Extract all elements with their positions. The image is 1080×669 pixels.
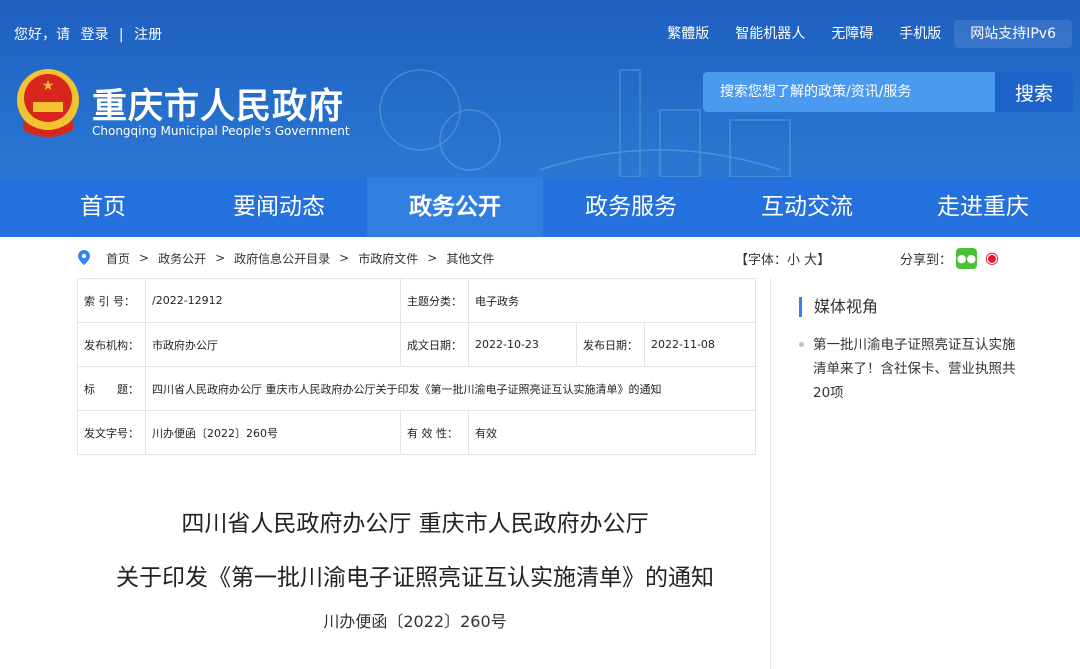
label: 标 题：: [77, 366, 146, 411]
greeting: 您好，请: [14, 27, 70, 43]
label: 成文日期：: [400, 322, 469, 367]
value: 市政府办公厅: [145, 322, 401, 367]
crumb-catalog[interactable]: 政府信息公开目录: [234, 250, 330, 267]
ipv6-badge: 网站支持IPv6: [954, 20, 1072, 48]
crumb-other[interactable]: 其他文件: [446, 250, 494, 267]
table-row: 发布机构： 市政府办公厅 成文日期： 2022-10-23 发布日期： 2022-11-0…: [77, 322, 756, 367]
mobile-link[interactable]: 手机版: [886, 20, 954, 48]
wechat-icon[interactable]: ●●: [956, 247, 978, 269]
traditional-link[interactable]: 繁體版: [654, 20, 722, 48]
search-bar: 搜索: [703, 72, 1073, 112]
nav-chongqing[interactable]: 走进重庆: [895, 177, 1071, 237]
value: 川办便函〔2022〕260号: [145, 410, 401, 455]
bullet-icon: [799, 342, 804, 347]
font-small-button[interactable]: 小: [787, 253, 800, 268]
robot-link[interactable]: 智能机器人: [722, 20, 818, 48]
weibo-icon[interactable]: ◉: [981, 247, 1003, 269]
nav-services[interactable]: 政务服务: [543, 177, 719, 237]
font-label: 【字体：: [735, 253, 788, 268]
nav-home[interactable]: 首页: [15, 177, 191, 237]
label: 有 效 性：: [400, 410, 469, 455]
crumb-gov[interactable]: 政务公开: [158, 250, 206, 267]
document-meta-table: 索 引 号：/2022-12912 主题分类： 电子政务 发布机构： 市政府办公厅 成文…: [77, 278, 756, 455]
separator: |: [118, 27, 124, 43]
user-links: 您好，请 登录 | 注册: [14, 24, 168, 44]
login-link[interactable]: 登录: [80, 27, 108, 43]
nav-interaction[interactable]: 互动交流: [719, 177, 895, 237]
national-emblem-icon: ★: [17, 69, 79, 137]
value: 电子政务: [468, 278, 756, 323]
table-row: 索 引 号：/2022-12912 主题分类： 电子政务: [77, 278, 756, 323]
crumb-docs[interactable]: 市政府文件: [358, 250, 418, 267]
label: 发文字号：: [77, 410, 146, 455]
label: 主题分类：: [400, 278, 469, 323]
font-large-button[interactable]: 大: [804, 253, 817, 268]
crumb-sep: >: [139, 251, 150, 265]
accessibility-link[interactable]: 无障碍: [818, 20, 886, 48]
value: 2022-11-08: [644, 322, 756, 367]
value: 有效: [468, 410, 756, 455]
nav-gov-affairs[interactable]: 政务公开: [367, 177, 543, 237]
site-title: 重庆市人民政府: [92, 87, 345, 127]
share-bar: 分享到： ●● ◉: [900, 247, 1003, 269]
label: 发布日期：: [576, 322, 645, 367]
value: /2022-12912: [145, 278, 401, 323]
table-row: 标 题： 四川省人民政府办公厅 重庆市人民政府办公厅关于印发《第一批川渝电子证照亮…: [77, 366, 756, 411]
share-label: 分享到：: [900, 252, 953, 268]
crumb-sep: >: [427, 251, 438, 265]
register-link[interactable]: 注册: [134, 27, 162, 43]
breadcrumb: 首页 > 政务公开 > 政府信息公开目录 > 市政府文件 > 其他文件: [76, 249, 503, 267]
location-icon: [78, 250, 90, 265]
label: 索 引 号：: [77, 278, 146, 323]
font-end: 】: [817, 253, 831, 268]
value: 2022-10-23: [468, 322, 577, 367]
main-nav: 首页 要闻动态 政务公开 政务服务 互动交流 走进重庆: [0, 177, 1080, 237]
crumb-home[interactable]: 首页: [106, 250, 130, 267]
site-subtitle: Chongqing Municipal People's Government: [92, 124, 350, 138]
doc-title-line1: 四川省人民政府办公厅 重庆市人民政府办公厅: [181, 511, 649, 537]
doc-title-line2: 关于印发《第一批川渝电子证照亮证互认实施清单》的通知: [116, 565, 714, 591]
skyline-decoration: [379, 69, 791, 177]
doc-number: 川办便函〔2022〕260号: [323, 612, 507, 631]
search-input[interactable]: [703, 72, 995, 112]
header: 您好，请 登录 | 注册 繁體版 智能机器人 无障碍 手机版 网站支持IPv6 …: [0, 0, 1080, 177]
label: 发布机构：: [77, 322, 146, 367]
font-size-control: 【字体：小 大】: [735, 249, 830, 268]
svg-text:★: ★: [42, 78, 55, 94]
search-button[interactable]: 搜索: [995, 72, 1073, 112]
crumb-sep: >: [215, 251, 226, 265]
table-row: 发文字号： 川办便函〔2022〕260号有 效 性： 有效: [77, 410, 756, 455]
top-links: 繁體版 智能机器人 无障碍 手机版 网站支持IPv6: [654, 20, 1072, 48]
nav-news[interactable]: 要闻动态: [191, 177, 367, 237]
crumb-sep: >: [339, 251, 350, 265]
sidebar-news-link[interactable]: 第一批川渝电子证照亮证互认实施清单来了！含社保卡、营业执照共20项: [813, 333, 1023, 405]
sidebar-heading: 媒体视角: [799, 297, 878, 317]
sidebar-divider: [770, 278, 771, 669]
value: 四川省人民政府办公厅 重庆市人民政府办公厅关于印发《第一批川渝电子证照亮证互认实…: [145, 366, 756, 411]
